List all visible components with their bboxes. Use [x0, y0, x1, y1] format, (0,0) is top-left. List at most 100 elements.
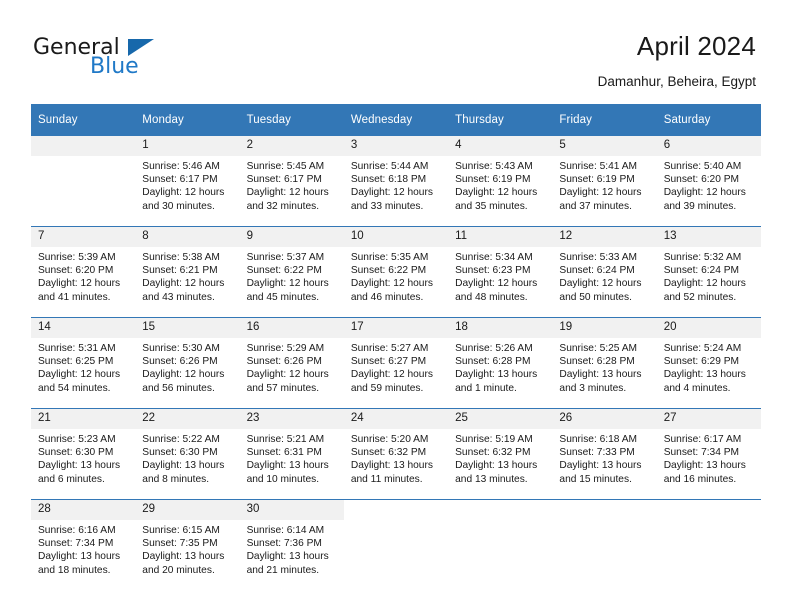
page-title: April 2024: [636, 31, 756, 61]
calendar-day-cell[interactable]: 2 Sunrise: 5:45 AM Sunset: 6:17 PM Daylig…: [239, 136, 344, 227]
day-number: 8: [135, 227, 240, 247]
calendar-day-cell[interactable]: 21 Sunrise: 5:23 AM Sunset: 6:30 PM Dayli…: [31, 408, 136, 500]
day-details: Sunrise: 5:38 AM Sunset: 6:21 PM Dayligh…: [142, 252, 225, 303]
calendar-day-cell[interactable]: [656, 499, 761, 590]
calendar-day-cell[interactable]: 12 Sunrise: 5:33 AM Sunset: 6:24 PM Dayli…: [552, 226, 657, 318]
day-details: Sunrise: 5:40 AM Sunset: 6:20 PM Dayligh…: [663, 161, 746, 212]
day-number: 15: [135, 318, 240, 338]
day-number: 19: [552, 318, 657, 338]
calendar-day-cell[interactable]: 29 Sunrise: 6:15 AM Sunset: 7:35 PM Dayli…: [135, 499, 240, 590]
calendar-day-cell[interactable]: 13 Sunrise: 5:32 AM Sunset: 6:24 PM Dayli…: [656, 226, 761, 318]
day-details: Sunrise: 5:43 AM Sunset: 6:19 PM Dayligh…: [455, 161, 538, 212]
day-number: 13: [656, 227, 761, 247]
calendar-day-cell[interactable]: 7 Sunrise: 5:39 AM Sunset: 6:20 PM Daylig…: [31, 226, 136, 318]
day-details: [448, 520, 552, 524]
calendar-day-cell[interactable]: 28 Sunrise: 6:16 AM Sunset: 7:34 PM Dayli…: [31, 499, 136, 590]
calendar-day-cell[interactable]: 3 Sunrise: 5:44 AM Sunset: 6:18 PM Daylig…: [343, 136, 449, 227]
calendar-day-cell[interactable]: 25 Sunrise: 5:19 AM Sunset: 6:32 PM Dayli…: [448, 408, 553, 500]
calendar-day-cell[interactable]: 30 Sunrise: 6:14 AM Sunset: 7:36 PM Dayli…: [239, 499, 344, 590]
day-details: Sunrise: 5:39 AM Sunset: 6:20 PM Dayligh…: [38, 252, 121, 303]
calendar-day-cell[interactable]: 22 Sunrise: 5:22 AM Sunset: 6:30 PM Dayli…: [135, 408, 240, 500]
calendar-week-row: 7 Sunrise: 5:39 AM Sunset: 6:20 PM Daylig…: [31, 226, 761, 318]
day-number: 18: [448, 318, 553, 338]
day-number: 20: [656, 318, 761, 338]
page-header: General Blue April 2024 Damanhur, Beheir…: [0, 0, 792, 100]
calendar-day-cell[interactable]: 16 Sunrise: 5:29 AM Sunset: 6:26 PM Dayli…: [239, 317, 344, 409]
day-details: [657, 520, 761, 524]
calendar-table: Sunday Monday Tuesday Wednesday Thursday…: [31, 104, 761, 590]
day-details: Sunrise: 5:34 AM Sunset: 6:23 PM Dayligh…: [455, 252, 538, 303]
calendar-day-cell[interactable]: 9 Sunrise: 5:37 AM Sunset: 6:22 PM Daylig…: [239, 226, 344, 318]
day-number: 17: [343, 318, 449, 338]
calendar-day-cell[interactable]: 15 Sunrise: 5:30 AM Sunset: 6:26 PM Dayli…: [135, 317, 240, 409]
day-details: [31, 156, 135, 160]
day-details: Sunrise: 5:27 AM Sunset: 6:27 PM Dayligh…: [350, 343, 433, 394]
day-number: [656, 500, 761, 520]
day-details: Sunrise: 5:22 AM Sunset: 6:30 PM Dayligh…: [142, 434, 225, 485]
day-details: Sunrise: 5:31 AM Sunset: 6:25 PM Dayligh…: [38, 343, 121, 394]
day-number: 14: [31, 318, 136, 338]
day-details: Sunrise: 5:45 AM Sunset: 6:17 PM Dayligh…: [246, 161, 329, 212]
day-details: Sunrise: 5:29 AM Sunset: 6:26 PM Dayligh…: [246, 343, 329, 394]
calendar-day-cell[interactable]: 6 Sunrise: 5:40 AM Sunset: 6:20 PM Daylig…: [656, 136, 761, 227]
day-details: [552, 520, 656, 524]
calendar-day-cell[interactable]: [343, 499, 449, 590]
day-number: 29: [135, 500, 240, 520]
calendar-day-cell[interactable]: 14 Sunrise: 5:31 AM Sunset: 6:25 PM Dayli…: [31, 317, 136, 409]
day-details: Sunrise: 5:37 AM Sunset: 6:22 PM Dayligh…: [246, 252, 329, 303]
calendar-day-cell[interactable]: 11 Sunrise: 5:34 AM Sunset: 6:23 PM Dayli…: [448, 226, 553, 318]
calendar-day-cell[interactable]: 4 Sunrise: 5:43 AM Sunset: 6:19 PM Daylig…: [448, 136, 553, 227]
calendar-day-cell[interactable]: [448, 499, 553, 590]
weekday-header-thursday: Thursday: [448, 104, 553, 136]
calendar-day-cell[interactable]: 5 Sunrise: 5:41 AM Sunset: 6:19 PM Daylig…: [552, 136, 657, 227]
day-details: Sunrise: 5:35 AM Sunset: 6:22 PM Dayligh…: [350, 252, 433, 303]
page-subtitle: Damanhur, Beheira, Egypt: [597, 74, 756, 89]
weekday-header-saturday: Saturday: [656, 104, 761, 136]
day-details: Sunrise: 5:24 AM Sunset: 6:29 PM Dayligh…: [663, 343, 746, 394]
calendar-day-cell[interactable]: [31, 136, 136, 227]
day-details: Sunrise: 5:44 AM Sunset: 6:18 PM Dayligh…: [350, 161, 433, 212]
calendar-day-cell[interactable]: [552, 499, 657, 590]
day-number: [552, 500, 657, 520]
day-number: 7: [31, 227, 136, 247]
brand-logo[interactable]: General Blue: [33, 36, 263, 86]
day-number: 30: [239, 500, 344, 520]
calendar-week-row: 28 Sunrise: 6:16 AM Sunset: 7:34 PM Dayli…: [31, 499, 761, 590]
day-number: [31, 136, 136, 156]
calendar-day-cell[interactable]: 17 Sunrise: 5:27 AM Sunset: 6:27 PM Dayli…: [343, 317, 449, 409]
calendar-day-cell[interactable]: 19 Sunrise: 5:25 AM Sunset: 6:28 PM Dayli…: [552, 317, 657, 409]
calendar-body: 1 Sunrise: 5:46 AM Sunset: 6:17 PM Daylig…: [31, 136, 761, 590]
day-number: 24: [343, 409, 449, 429]
day-number: 12: [552, 227, 657, 247]
weekday-header-monday: Monday: [135, 104, 240, 136]
day-details: Sunrise: 5:21 AM Sunset: 6:31 PM Dayligh…: [246, 434, 329, 485]
day-number: 28: [31, 500, 136, 520]
day-details: Sunrise: 5:30 AM Sunset: 6:26 PM Dayligh…: [142, 343, 225, 394]
calendar-day-cell[interactable]: 10 Sunrise: 5:35 AM Sunset: 6:22 PM Dayli…: [343, 226, 449, 318]
day-number: 25: [448, 409, 553, 429]
calendar-day-cell[interactable]: 23 Sunrise: 5:21 AM Sunset: 6:31 PM Dayli…: [239, 408, 344, 500]
day-number: 26: [552, 409, 657, 429]
calendar-week-row: 1 Sunrise: 5:46 AM Sunset: 6:17 PM Daylig…: [31, 136, 761, 227]
day-details: Sunrise: 5:26 AM Sunset: 6:28 PM Dayligh…: [455, 343, 538, 394]
day-details: Sunrise: 5:46 AM Sunset: 6:17 PM Dayligh…: [142, 161, 225, 212]
calendar-day-cell[interactable]: 24 Sunrise: 5:20 AM Sunset: 6:32 PM Dayli…: [343, 408, 449, 500]
calendar-day-cell[interactable]: 27 Sunrise: 6:17 AM Sunset: 7:34 PM Dayli…: [656, 408, 761, 500]
weekday-header-sunday: Sunday: [31, 104, 136, 136]
calendar-day-cell[interactable]: 8 Sunrise: 5:38 AM Sunset: 6:21 PM Daylig…: [135, 226, 240, 318]
day-number: [448, 500, 553, 520]
calendar-header-row: Sunday Monday Tuesday Wednesday Thursday…: [31, 104, 761, 136]
day-details: Sunrise: 5:32 AM Sunset: 6:24 PM Dayligh…: [663, 252, 746, 303]
brand-name-blue: Blue: [90, 54, 139, 79]
day-number: 22: [135, 409, 240, 429]
calendar-day-cell[interactable]: 1 Sunrise: 5:46 AM Sunset: 6:17 PM Daylig…: [135, 136, 240, 227]
calendar-day-cell[interactable]: 20 Sunrise: 5:24 AM Sunset: 6:29 PM Dayli…: [656, 317, 761, 409]
calendar-day-cell[interactable]: 18 Sunrise: 5:26 AM Sunset: 6:28 PM Dayli…: [448, 317, 553, 409]
calendar-day-cell[interactable]: 26 Sunrise: 6:18 AM Sunset: 7:33 PM Dayli…: [552, 408, 657, 500]
day-number: 23: [239, 409, 344, 429]
weekday-header-friday: Friday: [552, 104, 657, 136]
day-number: 2: [239, 136, 344, 156]
calendar-week-row: 21 Sunrise: 5:23 AM Sunset: 6:30 PM Dayli…: [31, 408, 761, 500]
calendar-table-wrapper: Sunday Monday Tuesday Wednesday Thursday…: [31, 104, 761, 590]
day-number: 6: [656, 136, 761, 156]
